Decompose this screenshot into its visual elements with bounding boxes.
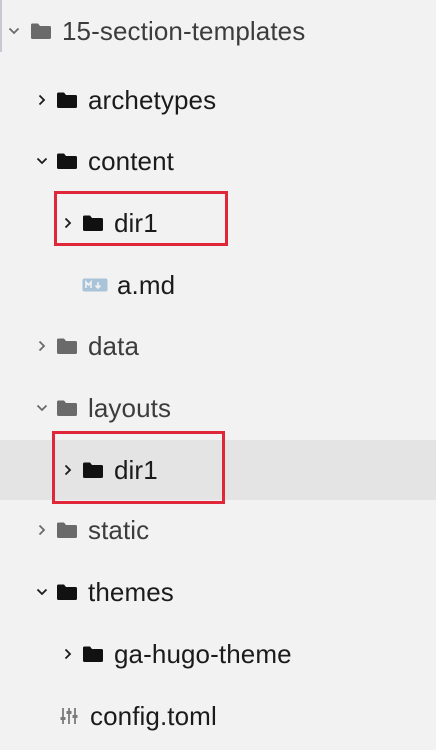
chevron-down-icon[interactable] [34,400,50,416]
tree-row-layouts-dir1[interactable]: dir1 [0,440,436,500]
tree-item-label: 15-section-templates [62,15,306,46]
tree-row-content-dir1[interactable]: dir1 [0,195,436,251]
tree-item-label: static [88,514,150,545]
tree-row-config-toml[interactable]: config.toml [0,688,436,744]
chevron-right-icon[interactable] [34,92,50,108]
config-file-icon [58,707,80,725]
chevron-down-icon[interactable] [6,23,22,39]
tree-row-archetypes[interactable]: archetypes [0,72,436,128]
folder-icon [56,399,78,417]
tree-item-label: content [88,145,174,176]
tree-item-label: dir1 [114,207,158,238]
folder-icon [56,152,78,170]
tree-row-themes[interactable]: themes [0,564,436,620]
file-tree: 15-section-templates archetypes content … [0,0,436,750]
tree-row-layouts[interactable]: layouts [0,380,436,436]
tree-item-label: dir1 [114,454,158,485]
folder-icon [56,91,78,109]
tree-row-a-md[interactable]: a.md [0,257,436,313]
tree-item-label: a.md [117,269,176,300]
tree-row-data[interactable]: data [0,318,436,374]
tree-item-label: archetypes [88,84,217,115]
tree-row-root[interactable]: 15-section-templates [0,3,436,59]
tree-row-static[interactable]: static [0,502,436,558]
folder-icon [82,645,104,663]
folder-icon [56,521,78,539]
markdown-file-icon [82,276,108,294]
tree-item-label: layouts [88,392,172,423]
chevron-down-icon[interactable] [34,153,50,169]
tree-item-label: config.toml [90,700,217,731]
chevron-down-icon[interactable] [34,584,50,600]
folder-icon [56,337,78,355]
folder-icon [82,461,104,479]
chevron-right-icon[interactable] [34,338,50,354]
tree-item-label: themes [88,576,174,607]
chevron-right-icon[interactable] [60,462,76,478]
folder-icon [30,22,52,40]
folder-icon [82,214,104,232]
tree-row-ga-hugo-theme[interactable]: ga-hugo-theme [0,626,436,682]
chevron-right-icon[interactable] [34,522,50,538]
chevron-right-icon[interactable] [60,215,76,231]
tree-item-label: data [88,330,140,361]
chevron-right-icon[interactable] [60,646,76,662]
tree-row-content[interactable]: content [0,133,436,189]
tree-item-label: ga-hugo-theme [114,638,292,669]
folder-icon [56,583,78,601]
